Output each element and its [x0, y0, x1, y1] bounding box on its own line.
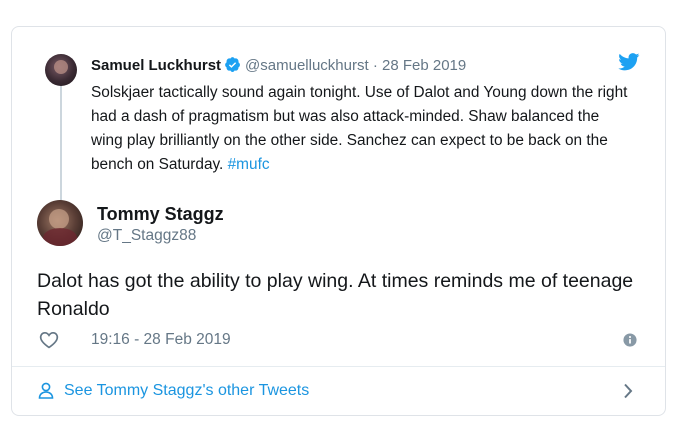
- quoted-tweet-body: Solskjaer tactically sound again tonight…: [91, 84, 628, 173]
- person-icon: [38, 382, 54, 399]
- quoted-tweet-date[interactable]: 28 Feb 2019: [382, 57, 466, 74]
- quoted-tweet[interactable]: Samuel Luckhurst @samuelluckhurst · 28 Fe…: [12, 27, 665, 207]
- embedded-tweet-card: Samuel Luckhurst @samuelluckhurst · 28 Fe…: [11, 26, 666, 416]
- author-handle[interactable]: @T_Staggz88: [97, 226, 196, 246]
- verified-badge-icon: [225, 57, 240, 72]
- quoted-author-avatar[interactable]: [45, 54, 77, 86]
- author-name[interactable]: Tommy Staggz: [97, 203, 224, 225]
- see-other-tweets-label[interactable]: See Tommy Staggz's other Tweets: [64, 381, 309, 401]
- tweet-timestamp[interactable]: 19:16 - 28 Feb 2019: [91, 330, 231, 350]
- see-other-tweets-link[interactable]: See Tommy Staggz's other Tweets: [12, 367, 665, 415]
- heart-icon[interactable]: [39, 330, 59, 349]
- quoted-author-handle[interactable]: @samuelluckhurst: [245, 57, 369, 74]
- meta-separator: ·: [372, 57, 378, 74]
- tweet-meta-row: 19:16 - 28 Feb 2019: [37, 328, 647, 352]
- chevron-right-icon[interactable]: [623, 383, 633, 399]
- hashtag-link[interactable]: #mufc: [228, 156, 270, 173]
- quoted-tweet-text: Solskjaer tactically sound again tonight…: [91, 81, 631, 177]
- info-icon[interactable]: [623, 333, 637, 347]
- author-avatar[interactable]: [37, 200, 83, 246]
- thread-connector-line: [60, 83, 62, 203]
- quoted-author-name[interactable]: Samuel Luckhurst: [91, 57, 221, 74]
- quoted-tweet-header: Samuel Luckhurst @samuelluckhurst · 28 Fe…: [91, 56, 466, 76]
- tweet-text: Dalot has got the ability to play wing. …: [37, 270, 634, 320]
